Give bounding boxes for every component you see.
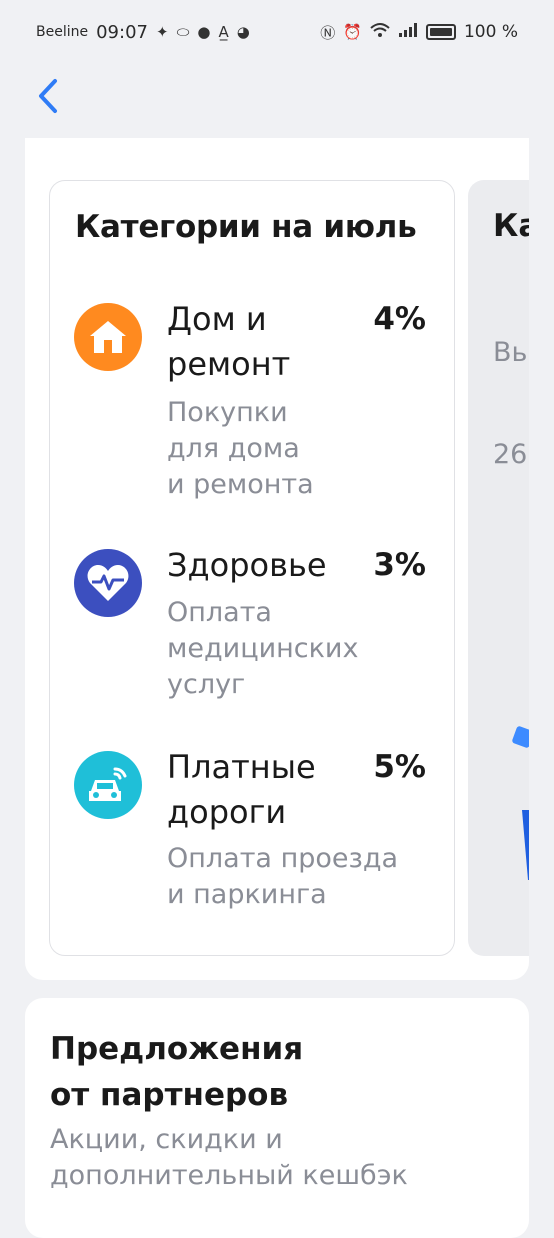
car-icon <box>74 751 142 819</box>
status-bar-right: Ⓝ ⏰ 100 % <box>320 22 518 43</box>
category-name: Здоровье <box>167 546 327 584</box>
ring-icon: ⬭ <box>176 23 190 41</box>
categories-title: Категории на июль <box>75 209 417 245</box>
nfc-icon: Ⓝ <box>320 23 336 42</box>
category-name: Платные дороги <box>167 748 316 831</box>
category-description: Покупки для дома и ремонта <box>167 397 314 500</box>
clock: 09:07 <box>96 21 148 43</box>
partners-subtitle: Акции, скидки и дополнительный кешбэк <box>50 1124 408 1191</box>
category-description: Оплата медицинских услуг <box>167 597 359 700</box>
next-card-subtitle: Вь 26 <box>493 337 528 470</box>
heart-pulse-icon <box>74 549 142 617</box>
next-category-card[interactable]: Ка Вь 26 <box>468 180 529 956</box>
back-button[interactable] <box>28 74 68 118</box>
sparkle-icon: ✦ <box>155 23 169 41</box>
wifi-icon <box>370 22 390 42</box>
next-card-title: Ка <box>493 208 529 244</box>
signal-icon <box>398 22 418 42</box>
category-description: Оплата проезда и паркинга <box>167 843 399 910</box>
partners-title: Предложения от партнеров <box>50 1031 304 1113</box>
status-bar-left: Beeline 09:07 ✦ ⬭ ● A̲ ◕ <box>36 22 250 43</box>
status-bar: Beeline 09:07 ✦ ⬭ ● A̲ ◕ Ⓝ ⏰ 100 % <box>0 0 554 64</box>
categories-card[interactable]: Категории на июль Дом и ремонт 4% Покупк… <box>49 180 455 956</box>
category-percent: 3% <box>373 547 426 583</box>
alarm-icon: ⏰ <box>343 23 362 41</box>
decorative-shape <box>522 810 529 880</box>
chevron-left-icon <box>39 79 57 113</box>
carrier-label: Beeline <box>36 24 89 40</box>
partners-offers-card[interactable]: Предложения от партнеров Акции, скидки и… <box>25 998 529 1238</box>
logo-notification-icon: ◕ <box>236 23 250 41</box>
app-notification-icon: ● <box>197 23 211 41</box>
battery-level: 100 % <box>463 22 518 42</box>
cashback-categories-panel: Категории на июль Дом и ремонт 4% Покупк… <box>25 138 529 980</box>
category-name: Дом и ремонт <box>167 300 291 383</box>
decorative-shape <box>511 725 529 749</box>
category-percent: 5% <box>373 749 426 785</box>
font-a-icon: A̲ <box>218 23 229 41</box>
battery-icon <box>425 24 456 40</box>
house-icon <box>74 303 142 371</box>
category-percent: 4% <box>373 301 426 337</box>
